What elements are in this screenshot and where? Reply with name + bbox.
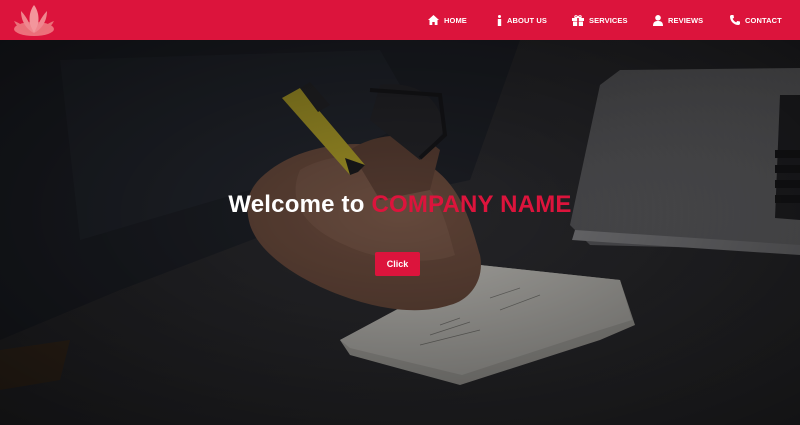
hero-overlay: [0, 40, 800, 425]
nav-home-label: HOME: [444, 15, 467, 25]
nav-reviews[interactable]: REVIEWS: [653, 0, 703, 40]
hero-welcome-text: Welcome to: [228, 191, 365, 218]
user-icon: [653, 14, 663, 26]
nav-contact-label: CONTACT: [745, 15, 782, 25]
lotus-logo[interactable]: [11, 1, 57, 39]
navbar: HOME ABOUT US SERVICES REVIEWS CONTACT: [0, 0, 800, 40]
nav-about-label: ABOUT US: [507, 15, 547, 25]
nav-reviews-label: REVIEWS: [668, 15, 704, 25]
nav-contact[interactable]: CONTACT: [730, 0, 782, 40]
nav-home[interactable]: HOME: [428, 0, 467, 40]
home-icon: [428, 15, 439, 25]
hero-click-button[interactable]: Click: [375, 252, 420, 276]
hero-headline: Welcome to COMPANY NAME: [0, 191, 800, 219]
hero-section: Welcome to COMPANY NAME Click: [0, 40, 800, 425]
nav-about-us[interactable]: ABOUT US: [497, 0, 547, 40]
nav-services-label: SERVICES: [589, 15, 628, 25]
gift-icon: [572, 14, 584, 26]
info-icon: [497, 14, 502, 26]
nav-services[interactable]: SERVICES: [572, 0, 628, 40]
phone-icon: [730, 15, 740, 25]
hero-company-name: COMPANY NAME: [371, 191, 572, 218]
